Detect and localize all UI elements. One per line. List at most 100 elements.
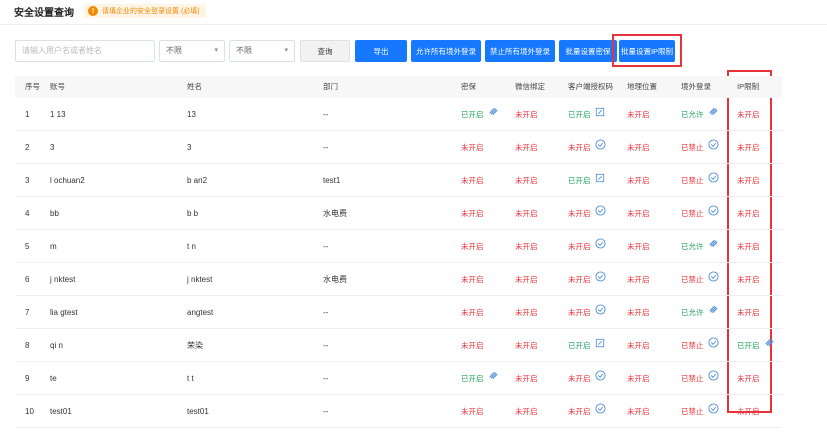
cell-client: 未开启 (568, 197, 606, 230)
check-circle-icon[interactable] (707, 164, 719, 197)
cell-ip: 未开启 (737, 98, 760, 131)
cell-dept: -- (323, 131, 328, 164)
name-value: t n (187, 242, 196, 251)
wechat-value: 未开启 (515, 341, 538, 350)
client-value: 未开启 (568, 209, 591, 218)
search-input[interactable]: 请输入用户名或者姓名 (15, 40, 155, 62)
account-value: te (50, 374, 57, 383)
link-icon[interactable] (488, 362, 499, 395)
link-icon[interactable] (764, 329, 775, 362)
header-divider (0, 24, 827, 25)
cell-name: 荣染 (187, 329, 203, 362)
cell-overseas: 已禁止 (681, 131, 719, 164)
link-icon[interactable] (708, 98, 719, 131)
allow-all-overseas-button[interactable]: 允许所有境外登录 (411, 40, 481, 62)
account-value: j nktest (50, 275, 76, 284)
cell-location: 未开启 (627, 329, 650, 362)
overseas-value: 已禁止 (681, 407, 704, 416)
cell-index: 1 (25, 98, 29, 131)
check-circle-icon[interactable] (707, 197, 719, 230)
check-circle-icon[interactable] (594, 230, 606, 263)
index-value: 2 (25, 143, 30, 152)
cell-overseas: 已禁止 (681, 362, 719, 395)
name-value: b an2 (187, 176, 208, 185)
check-circle-icon[interactable] (594, 395, 606, 428)
batch-protect-button[interactable]: 批量设置密保 (559, 40, 617, 62)
export-button[interactable]: 导出 (355, 40, 407, 62)
protect-value: 未开启 (461, 407, 484, 416)
overseas-value: 已禁止 (681, 143, 704, 152)
index-value: 5 (25, 242, 30, 251)
cell-index: 8 (25, 329, 29, 362)
cell-dept: -- (323, 98, 328, 131)
col-location: 地理位置 (627, 82, 657, 91)
check-circle-icon[interactable] (707, 395, 719, 428)
check-circle-icon[interactable] (707, 263, 719, 296)
dept-value: -- (323, 143, 329, 152)
account-value: 1 13 (50, 110, 66, 119)
cell-ip: 未开启 (737, 131, 760, 164)
cell-index: 4 (25, 197, 29, 230)
client-value: 未开启 (568, 143, 591, 152)
overseas-value: 已禁止 (681, 209, 704, 218)
cell-dept: 水电费 (323, 197, 347, 230)
cell-index: 9 (25, 362, 29, 395)
name-value: test01 (187, 407, 209, 416)
client-value: 已开启 (568, 341, 591, 350)
cell-name: t t (187, 362, 194, 395)
edit-icon[interactable] (595, 329, 605, 362)
col-name: 姓名 (187, 82, 202, 91)
table-row: 10 test01 test01 -- 未开启 未开启 未开启 未开启 已禁止 未开启 (15, 395, 782, 428)
protect-value: 未开启 (461, 176, 484, 185)
overseas-value: 已禁止 (681, 275, 704, 284)
notice-badge[interactable]: ! 请填企业的安全登录设置 (必填) (84, 4, 206, 18)
dept-value: -- (323, 407, 329, 416)
check-circle-icon[interactable] (594, 296, 606, 329)
forbid-all-overseas-button[interactable]: 禁止所有境外登录 (485, 40, 555, 62)
cell-location: 未开启 (627, 197, 650, 230)
edit-icon[interactable] (595, 98, 605, 131)
account-value: lia gtest (50, 308, 78, 317)
wechat-value: 未开启 (515, 407, 538, 416)
cell-location: 未开启 (627, 296, 650, 329)
name-value: b b (187, 209, 199, 218)
account-value: qi n (50, 341, 63, 350)
check-circle-icon[interactable] (594, 263, 606, 296)
check-circle-icon[interactable] (594, 131, 606, 164)
location-value: 未开启 (627, 143, 650, 152)
table-row: 1 1 13 13 -- 已开启 未开启 已开启 未开启 已允许 未开启 (15, 98, 782, 131)
col-ip: IP限制 (737, 82, 760, 91)
col-account: 账号 (50, 82, 65, 91)
table-row: 2 3 3 -- 未开启 未开启 未开启 未开启 已禁止 未开启 (15, 131, 782, 164)
query-button[interactable]: 查询 (300, 40, 350, 62)
check-circle-icon[interactable] (707, 329, 719, 362)
cell-overseas: 已允许 (681, 230, 719, 263)
check-circle-icon[interactable] (707, 362, 719, 395)
check-circle-icon[interactable] (594, 197, 606, 230)
cell-location: 未开启 (627, 263, 650, 296)
wechat-value: 未开启 (515, 242, 538, 251)
index-value: 8 (25, 341, 30, 350)
cell-index: 3 (25, 164, 29, 197)
wechat-value: 未开启 (515, 308, 538, 317)
link-icon[interactable] (708, 296, 719, 329)
page-header: 安全设置查询 ! 请填企业的安全登录设置 (必填) (14, 2, 206, 20)
cell-account: 1 13 (50, 98, 66, 131)
cell-ip: 未开启 (737, 395, 760, 428)
ip-value: 未开启 (737, 242, 760, 251)
edit-icon[interactable] (595, 164, 605, 197)
check-circle-icon[interactable] (707, 131, 719, 164)
index-value: 9 (25, 374, 30, 383)
index-value: 4 (25, 209, 30, 218)
link-icon[interactable] (708, 230, 719, 263)
ip-value: 未开启 (737, 374, 760, 383)
link-icon[interactable] (488, 98, 499, 131)
cell-protect: 未开启 (461, 329, 484, 362)
filter-select-2[interactable]: 不限 ▾ (229, 40, 295, 62)
cell-overseas: 已禁止 (681, 197, 719, 230)
filter-select-1[interactable]: 不限 ▾ (159, 40, 225, 62)
cell-client: 未开启 (568, 263, 606, 296)
cell-overseas: 已禁止 (681, 263, 719, 296)
cell-index: 5 (25, 230, 29, 263)
check-circle-icon[interactable] (594, 362, 606, 395)
